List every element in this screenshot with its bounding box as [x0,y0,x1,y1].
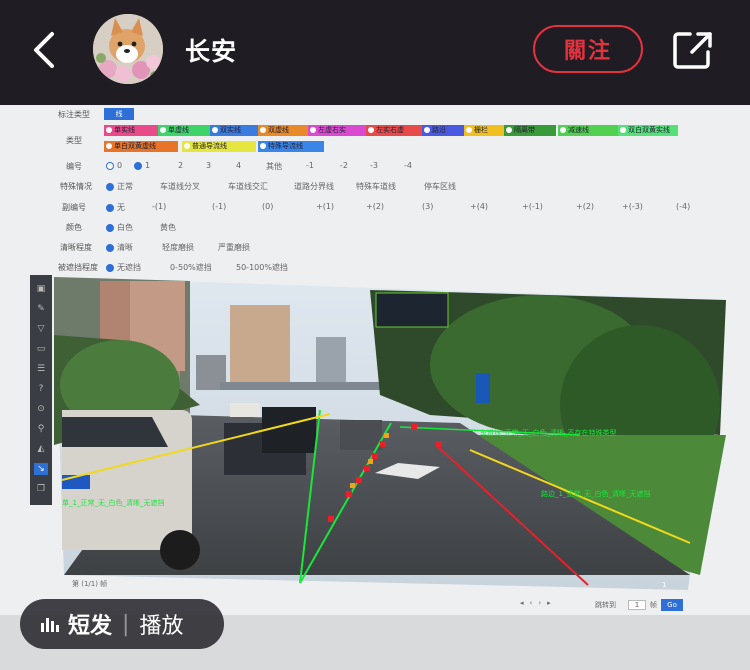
road-scene-image[interactable] [0,105,750,615]
pen-tool-icon[interactable]: ✎ [34,303,48,315]
dog-avatar-icon [93,14,163,84]
copy-tool-icon[interactable]: ❐ [34,483,48,495]
short-label: 短发 [68,614,113,639]
play-label[interactable]: 播放 [139,608,183,640]
top-line-label[interactable]: 车道线_正常_无_白色_清晰_不存在特殊类型 [480,428,617,438]
layer-tool-icon[interactable]: ◭ [34,443,48,455]
follow-button[interactable]: 關注 [533,25,643,73]
polygon-tool-icon[interactable]: ▽ [34,323,48,335]
short-video-pill[interactable]: 短发 | 播放 [20,599,224,649]
go-button[interactable]: Go [661,599,683,611]
image-tool-icon[interactable]: ▣ [34,283,48,295]
avatar[interactable] [93,14,163,84]
page-unit: 帧 [650,601,657,609]
pin-tool-icon[interactable]: ⚲ [34,423,48,435]
left-line-label[interactable]: 单_1_正常_无_白色_清晰_无遮挡 [62,498,164,508]
list-tool-icon[interactable]: ☰ [34,363,48,375]
pill-divider: | [122,611,130,637]
annotation-screen: 标注类型 线 类型 单实线 单虚线 双实线 双虚线 左虚右实 左实右虚 路沿 栅栏 隔离带 减速线… [0,105,750,615]
monitor-photo: 标注类型 线 类型 单实线 单虚线 双实线 双虚线 左虚右实 左实右虚 路沿 栅栏 隔离带 减速线… [0,105,750,670]
bars-icon [41,618,59,632]
frame-counter: 第 (1/1) 帧 [72,580,108,588]
username: 长安 [185,37,238,66]
jump-label: 跳转到 [595,601,616,609]
tool-strip: ▣ ✎ ▽ ▭ ☰ ? ⊙ ⚲ ◭ ↘ ❐ [30,275,52,505]
line-tool-icon[interactable]: ↘ [34,463,48,475]
back-icon[interactable] [28,30,64,70]
right-point-label: 1 [662,581,667,589]
point-tool-icon[interactable]: ⊙ [34,403,48,415]
pager-arrows-icon[interactable]: ◂‹›▸ [520,599,557,607]
share-icon[interactable] [672,30,714,70]
top-bar: 长安 關注 [0,0,750,105]
right-line-label[interactable]: 路边_1_正常_无_白色_清晰_无遮挡 [541,489,650,499]
rect-tool-icon[interactable]: ▭ [34,343,48,355]
help-tool-icon[interactable]: ? [34,383,48,395]
page-input[interactable]: 1 [628,600,646,610]
